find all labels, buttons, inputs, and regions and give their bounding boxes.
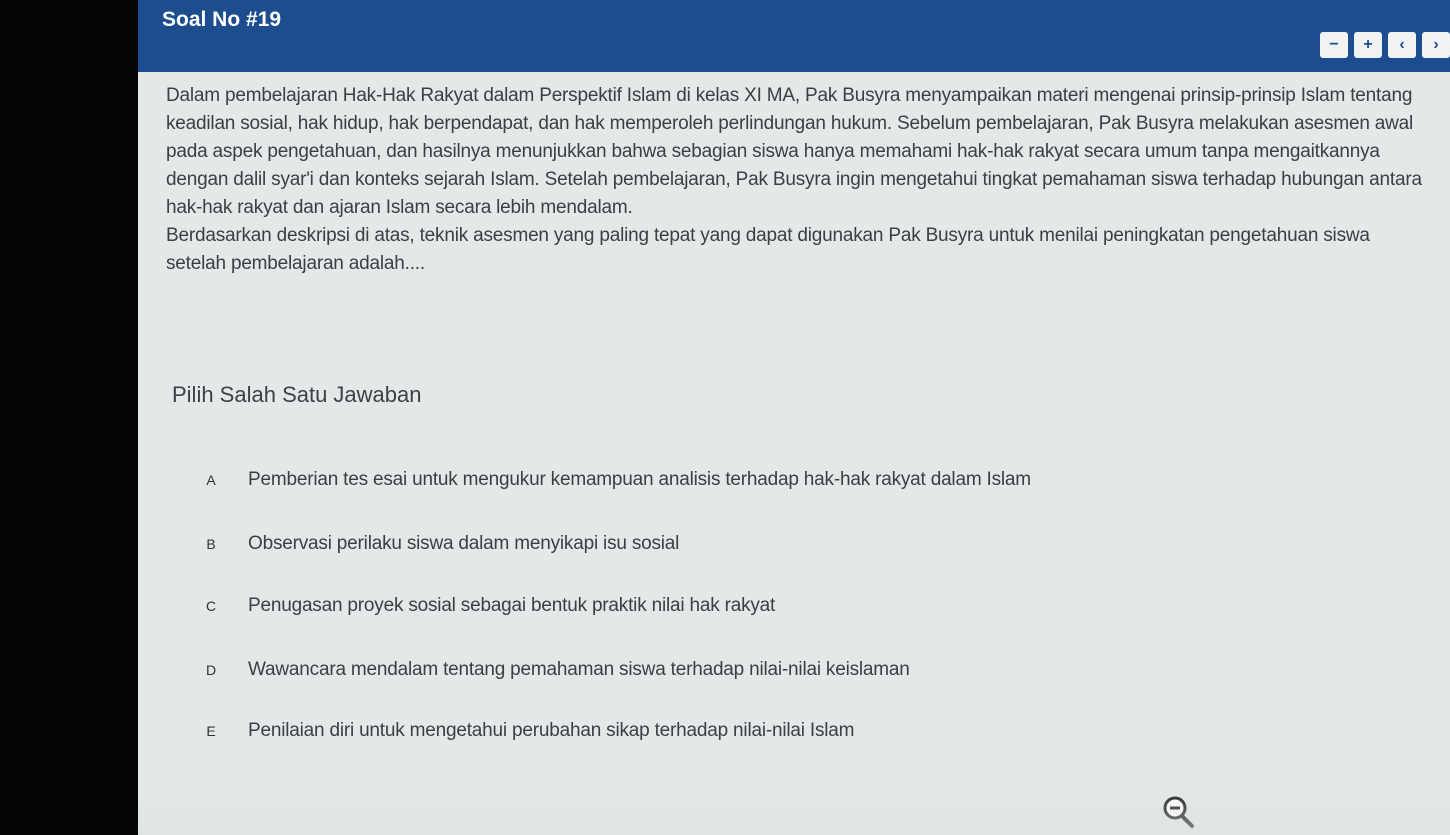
answer-option-e[interactable]: E Penilaian diri untuk mengetahui peruba… xyxy=(194,714,854,748)
option-letter[interactable]: C xyxy=(194,589,228,623)
monitor-bezel xyxy=(0,0,138,835)
option-letter[interactable]: E xyxy=(194,714,228,748)
question-text: Dalam pembelajaran Hak-Hak Rakyat dalam … xyxy=(166,82,1426,278)
answer-option-b[interactable]: B Observasi perilaku siswa dalam menyika… xyxy=(194,527,679,561)
question-paragraph-2: Berdasarkan deskripsi di atas, teknik as… xyxy=(166,225,1370,274)
quiz-screen: Soal No #19 − + ‹ › Dalam pembelajaran H… xyxy=(138,0,1450,835)
answer-option-a[interactable]: A Pemberian tes esai untuk mengukur kema… xyxy=(194,463,1031,497)
question-paragraph-1: Dalam pembelajaran Hak-Hak Rakyat dalam … xyxy=(166,85,1422,218)
answer-option-d[interactable]: D Wawancara mendalam tentang pemahaman s… xyxy=(194,653,910,687)
answer-option-c[interactable]: C Penugasan proyek sosial sebagai bentuk… xyxy=(194,589,775,623)
option-text[interactable]: Penugasan proyek sosial sebagai bentuk p… xyxy=(248,595,775,617)
option-text[interactable]: Pemberian tes esai untuk mengukur kemamp… xyxy=(248,469,1031,491)
option-letter[interactable]: B xyxy=(194,527,228,561)
answer-instruction: Pilih Salah Satu Jawaban xyxy=(172,382,422,407)
zoom-out-cursor-icon xyxy=(1160,792,1200,832)
option-text[interactable]: Penilaian diri untuk mengetahui perubaha… xyxy=(248,720,854,742)
option-letter[interactable]: A xyxy=(194,463,228,497)
option-text[interactable]: Wawancara mendalam tentang pemahaman sis… xyxy=(248,659,910,681)
question-body: Dalam pembelajaran Hak-Hak Rakyat dalam … xyxy=(138,0,1450,835)
option-letter[interactable]: D xyxy=(194,653,228,687)
option-text[interactable]: Observasi perilaku siswa dalam menyikapi… xyxy=(248,533,679,555)
